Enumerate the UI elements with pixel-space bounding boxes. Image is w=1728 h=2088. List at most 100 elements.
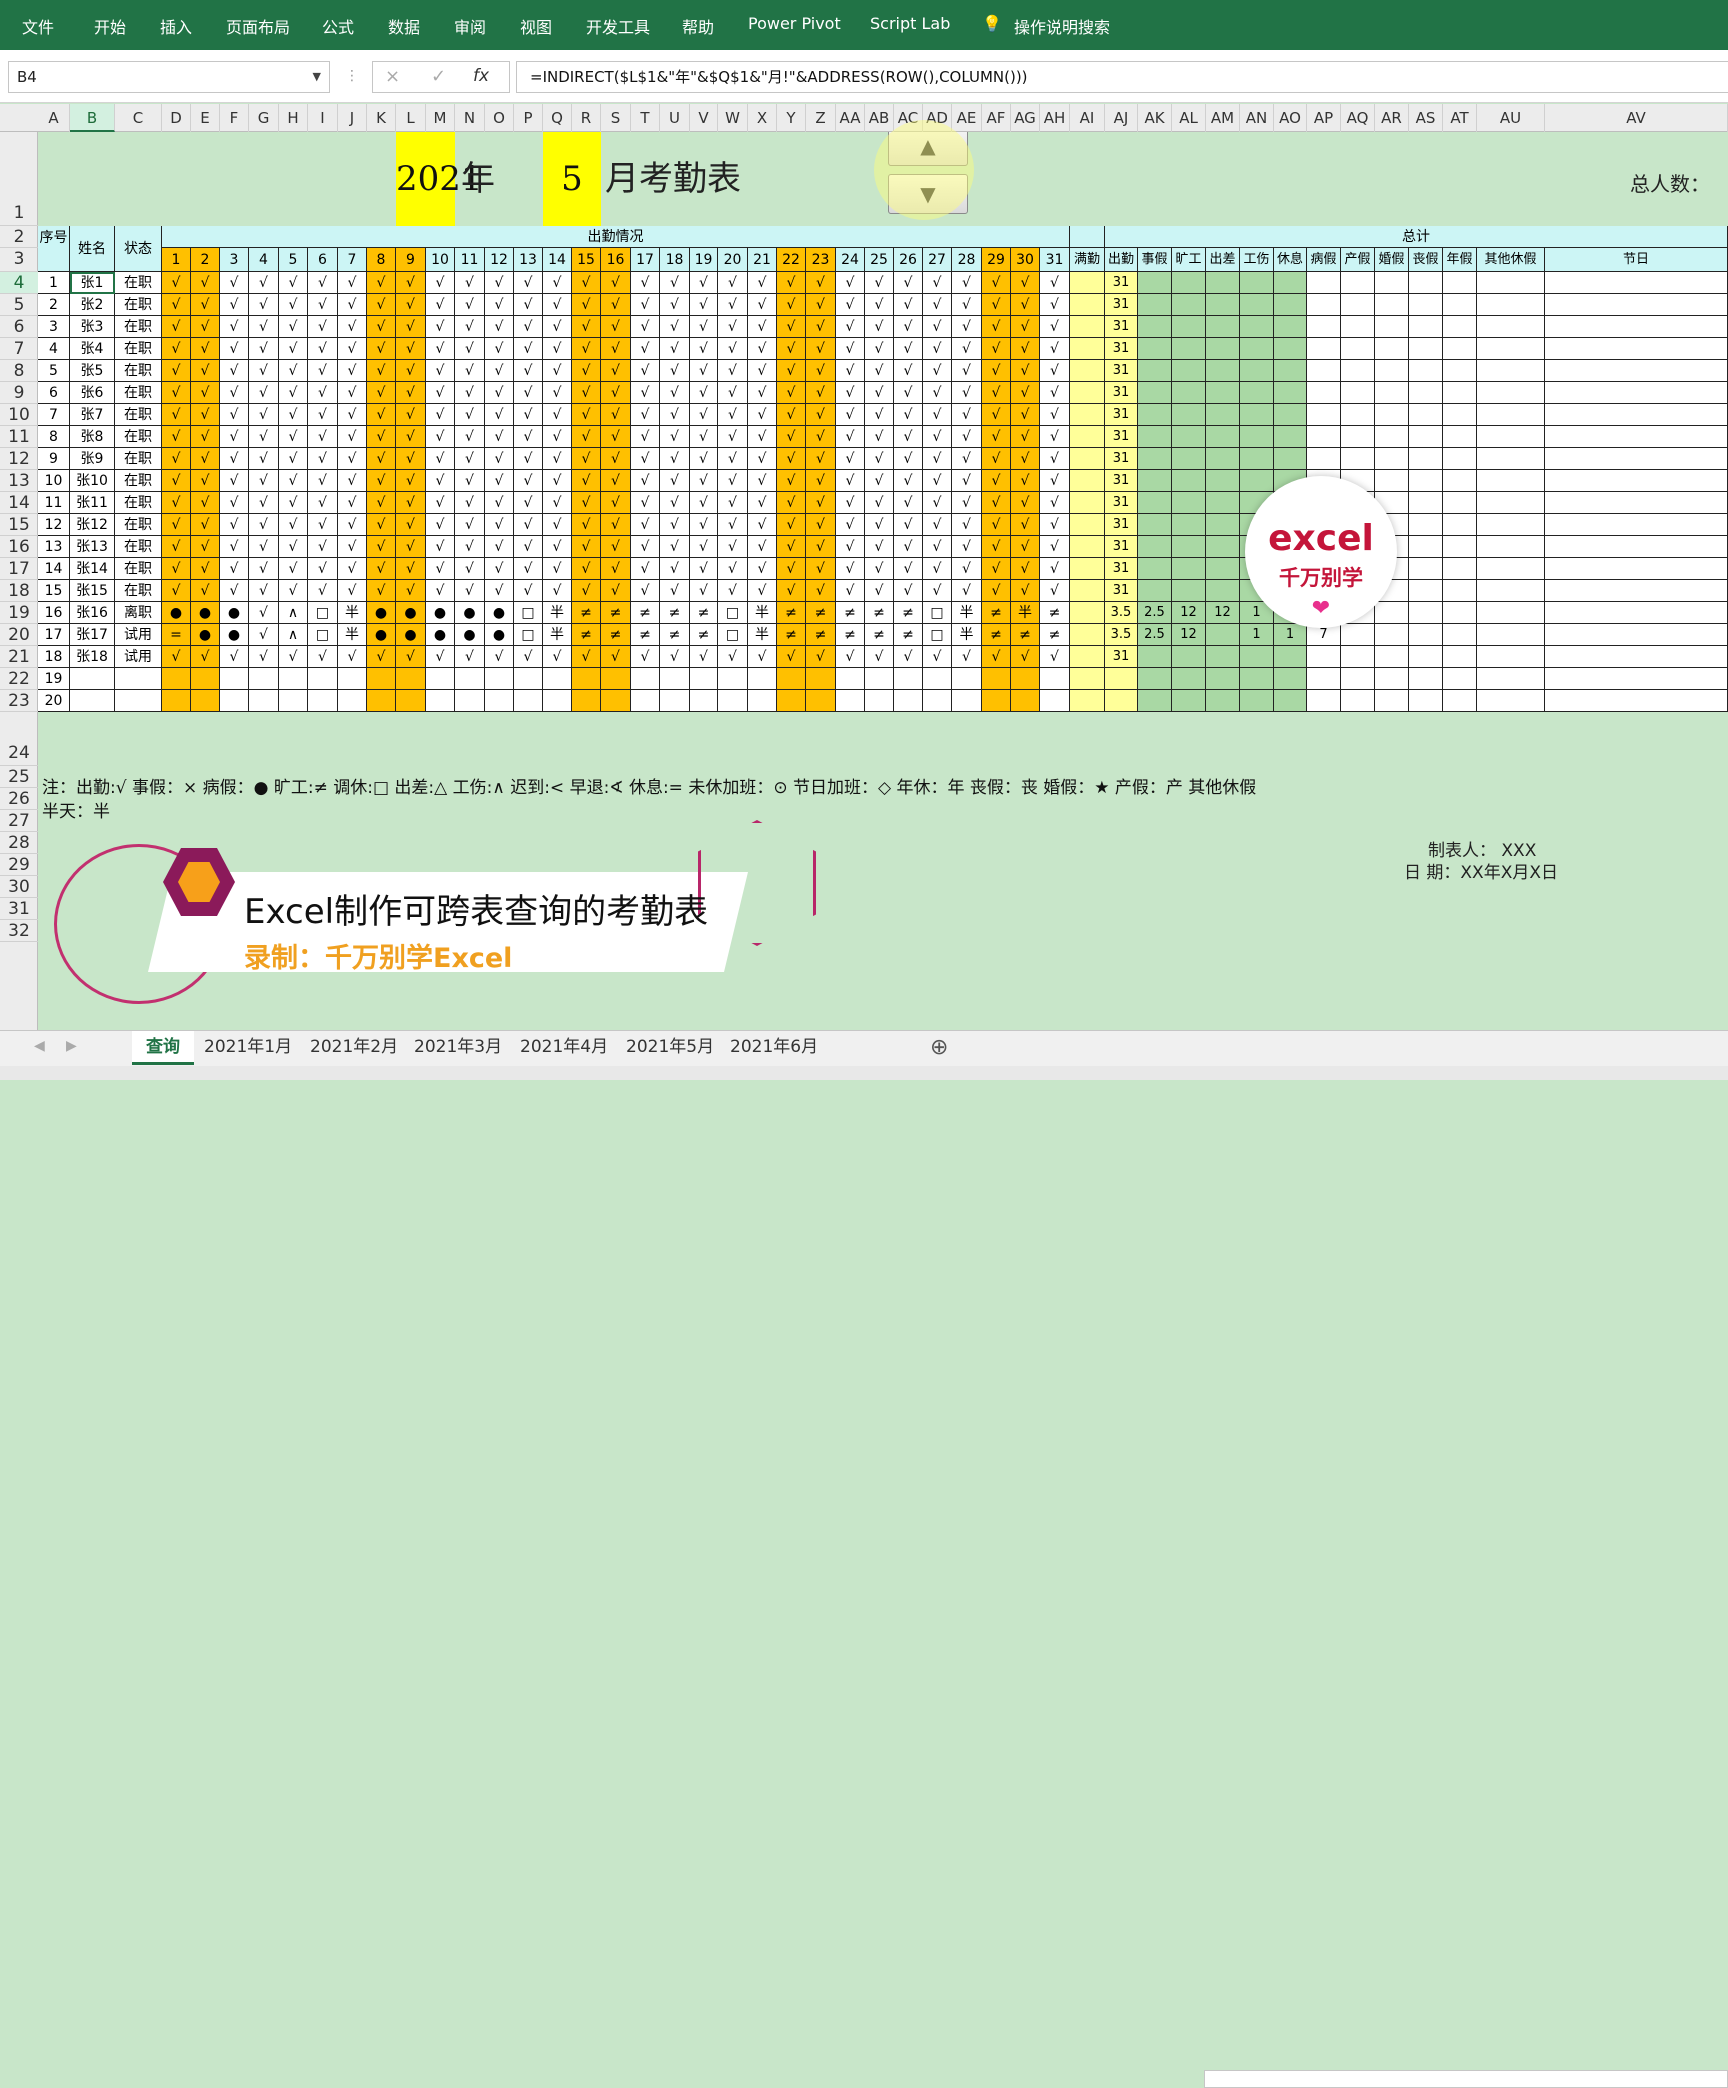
day-cell[interactable]: √ xyxy=(249,272,279,294)
day-cell[interactable]: √ xyxy=(485,514,514,536)
day-cell[interactable]: √ xyxy=(777,580,806,602)
row-header-32[interactable]: 32 xyxy=(0,920,38,942)
col-header-AH[interactable]: AH xyxy=(1040,104,1070,132)
year-cell[interactable]: 2021 xyxy=(396,132,483,226)
day-cell[interactable]: √ xyxy=(718,448,748,470)
day-cell[interactable]: √ xyxy=(426,338,455,360)
day-cell[interactable]: √ xyxy=(396,492,426,514)
day-cell[interactable]: √ xyxy=(455,272,485,294)
day-cell[interactable]: √ xyxy=(718,426,748,448)
day-cell[interactable] xyxy=(777,690,806,712)
day-cell[interactable]: √ xyxy=(777,426,806,448)
day-cell[interactable]: √ xyxy=(718,646,748,668)
day-cell[interactable]: √ xyxy=(1040,404,1070,426)
day-cell[interactable] xyxy=(718,668,748,690)
day-cell[interactable]: √ xyxy=(806,580,836,602)
day-cell[interactable]: √ xyxy=(485,404,514,426)
day-cell[interactable]: √ xyxy=(426,646,455,668)
day-cell[interactable]: √ xyxy=(923,580,952,602)
day-cell[interactable]: √ xyxy=(631,558,660,580)
col-header-A[interactable]: A xyxy=(38,104,70,132)
day-cell[interactable]: ● xyxy=(426,624,455,646)
day-cell[interactable]: √ xyxy=(982,338,1011,360)
day-cell[interactable]: √ xyxy=(485,272,514,294)
day-cell[interactable]: √ xyxy=(660,646,690,668)
day-cell[interactable]: √ xyxy=(660,492,690,514)
col-header-AJ[interactable]: AJ xyxy=(1105,104,1138,132)
day-cell[interactable] xyxy=(1011,668,1040,690)
day-cell[interactable]: √ xyxy=(836,294,865,316)
day-cell[interactable]: √ xyxy=(1011,294,1040,316)
day-cell[interactable]: √ xyxy=(748,558,777,580)
day-cell[interactable]: √ xyxy=(543,360,572,382)
day-cell[interactable]: √ xyxy=(572,514,601,536)
day-cell[interactable]: √ xyxy=(220,294,249,316)
day-cell[interactable] xyxy=(572,668,601,690)
day-cell[interactable]: √ xyxy=(690,514,718,536)
day-cell[interactable]: ≠ xyxy=(865,602,894,624)
day-cell[interactable]: √ xyxy=(572,338,601,360)
day-cell[interactable]: √ xyxy=(865,646,894,668)
day-cell[interactable]: √ xyxy=(396,382,426,404)
day-cell[interactable]: √ xyxy=(836,470,865,492)
day-cell[interactable]: √ xyxy=(485,646,514,668)
day-cell[interactable]: √ xyxy=(865,426,894,448)
day-cell[interactable]: √ xyxy=(748,448,777,470)
day-cell[interactable]: √ xyxy=(220,580,249,602)
day-cell[interactable]: √ xyxy=(308,558,338,580)
day-cell[interactable]: √ xyxy=(514,272,543,294)
row-name[interactable]: 张15 xyxy=(70,580,115,602)
day-cell[interactable]: √ xyxy=(396,360,426,382)
day-cell[interactable]: √ xyxy=(249,294,279,316)
day-cell[interactable]: √ xyxy=(1040,448,1070,470)
day-cell[interactable]: √ xyxy=(1040,338,1070,360)
day-cell[interactable]: √ xyxy=(836,580,865,602)
day-cell[interactable]: √ xyxy=(718,338,748,360)
col-header-Q[interactable]: Q xyxy=(543,104,572,132)
row-name[interactable]: 张2 xyxy=(70,294,115,316)
tab-formulas[interactable]: 公式 xyxy=(322,14,354,38)
day-cell[interactable]: √ xyxy=(396,426,426,448)
day-cell[interactable]: ● xyxy=(220,602,249,624)
day-cell[interactable]: √ xyxy=(982,316,1011,338)
day-cell[interactable]: √ xyxy=(982,558,1011,580)
day-cell[interactable]: √ xyxy=(338,272,367,294)
day-cell[interactable]: √ xyxy=(308,514,338,536)
day-cell[interactable] xyxy=(220,668,249,690)
day-cell[interactable]: √ xyxy=(543,426,572,448)
day-cell[interactable]: √ xyxy=(1011,492,1040,514)
row-name[interactable]: 张18 xyxy=(70,646,115,668)
day-cell[interactable]: √ xyxy=(191,646,220,668)
day-cell[interactable]: ● xyxy=(396,602,426,624)
day-cell[interactable]: √ xyxy=(865,514,894,536)
day-cell[interactable]: √ xyxy=(191,338,220,360)
day-cell[interactable]: √ xyxy=(952,580,982,602)
day-cell[interactable]: √ xyxy=(601,492,631,514)
day-cell[interactable]: √ xyxy=(279,272,308,294)
day-cell[interactable]: √ xyxy=(690,272,718,294)
col-header-AV[interactable]: AV xyxy=(1545,104,1728,132)
day-cell[interactable]: ≠ xyxy=(777,602,806,624)
day-cell[interactable]: √ xyxy=(777,382,806,404)
day-cell[interactable]: √ xyxy=(396,514,426,536)
day-cell[interactable]: √ xyxy=(514,514,543,536)
day-cell[interactable]: √ xyxy=(601,426,631,448)
day-cell[interactable]: √ xyxy=(514,382,543,404)
day-cell[interactable]: √ xyxy=(923,470,952,492)
sheet-tab-6[interactable]: 2021年6月 xyxy=(716,1031,832,1065)
day-cell[interactable]: ≠ xyxy=(690,602,718,624)
day-cell[interactable]: √ xyxy=(191,470,220,492)
day-cell[interactable]: √ xyxy=(485,558,514,580)
day-cell[interactable]: √ xyxy=(572,404,601,426)
day-cell[interactable]: √ xyxy=(748,470,777,492)
day-cell[interactable]: √ xyxy=(690,426,718,448)
day-cell[interactable]: √ xyxy=(601,382,631,404)
col-header-V[interactable]: V xyxy=(690,104,718,132)
day-cell[interactable] xyxy=(220,690,249,712)
day-cell[interactable] xyxy=(836,690,865,712)
day-cell[interactable]: √ xyxy=(631,646,660,668)
day-cell[interactable]: ● xyxy=(426,602,455,624)
day-cell[interactable]: √ xyxy=(601,558,631,580)
row-header-5[interactable]: 5 xyxy=(0,294,38,316)
day-cell[interactable]: √ xyxy=(572,426,601,448)
